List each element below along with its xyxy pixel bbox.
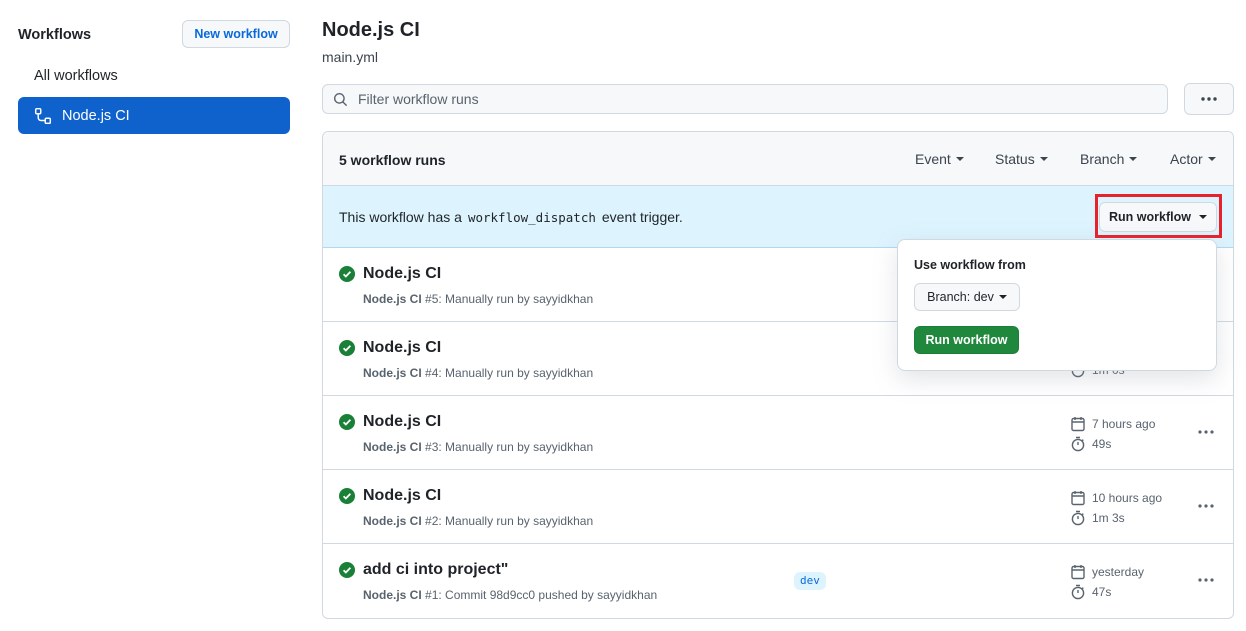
- caret-down-icon: [955, 157, 964, 161]
- run-time: 7 hours ago: [1070, 416, 1155, 432]
- kebab-horizontal-icon: [1197, 577, 1215, 583]
- run-title[interactable]: Node.js CI: [363, 413, 441, 431]
- check-circle-icon: [339, 488, 355, 504]
- run-meta: Node.js CI #4: Manually run by sayyidkha…: [363, 366, 594, 380]
- calendar-icon: [1070, 564, 1092, 580]
- calendar-icon: [1070, 416, 1092, 432]
- run-options-button[interactable]: [1191, 568, 1221, 592]
- check-circle-icon: [339, 340, 355, 356]
- dispatch-code: workflow_dispatch: [467, 210, 596, 225]
- new-workflow-button[interactable]: New workflow: [182, 20, 290, 48]
- run-duration: 47s: [1070, 584, 1111, 600]
- run-title[interactable]: add ci into project": [363, 561, 508, 579]
- calendar-icon: [1070, 490, 1092, 506]
- filter-actor[interactable]: Actor: [1170, 151, 1216, 167]
- kebab-horizontal-icon: [1200, 96, 1218, 102]
- caret-down-icon: [1129, 157, 1138, 161]
- filter-event[interactable]: Event: [915, 151, 964, 167]
- kebab-horizontal-icon: [1197, 503, 1215, 509]
- sidebar-title: Workflows: [18, 27, 92, 43]
- run-row[interactable]: Node.js CI Node.js CI #3: Manually run b…: [323, 396, 1233, 470]
- workflow-icon: [34, 107, 52, 125]
- run-meta: Node.js CI #1: Commit 98d9cc0 pushed by …: [363, 588, 658, 602]
- filter-branch[interactable]: Branch: [1080, 151, 1138, 167]
- run-row[interactable]: Node.js CI Node.js CI #2: Manually run b…: [323, 470, 1233, 544]
- search-icon: [333, 92, 348, 107]
- caret-down-icon: [1039, 157, 1048, 161]
- check-circle-icon: [339, 414, 355, 430]
- run-time: 10 hours ago: [1070, 490, 1162, 506]
- sidebar-item-label: All workflows: [34, 67, 118, 84]
- runs-count: 5 workflow runs: [339, 152, 446, 168]
- check-circle-icon: [339, 266, 355, 282]
- check-circle-icon: [339, 562, 355, 578]
- filter-runs-field[interactable]: [322, 84, 1168, 114]
- page-title: Node.js CI: [322, 19, 420, 41]
- run-title[interactable]: Node.js CI: [363, 265, 441, 283]
- run-workflow-submit-button[interactable]: Run workflow: [914, 326, 1019, 354]
- more-options-button[interactable]: [1184, 83, 1234, 115]
- caret-down-icon: [1207, 157, 1216, 161]
- filter-status[interactable]: Status: [995, 151, 1048, 167]
- caret-down-icon: [998, 295, 1007, 299]
- kebab-horizontal-icon: [1197, 429, 1215, 435]
- sidebar-item-nodejs-ci[interactable]: Node.js CI: [18, 97, 290, 134]
- highlight-box: [1095, 194, 1222, 238]
- branch-select-button[interactable]: Branch: dev: [914, 283, 1020, 311]
- workflow-file-link[interactable]: main.yml: [322, 49, 378, 65]
- run-meta: Node.js CI #2: Manually run by sayyidkha…: [363, 514, 594, 528]
- runs-header: 5 workflow runs Event Status Branch Acto…: [323, 132, 1233, 186]
- run-workflow-dropdown: Use workflow from Branch: dev Run workfl…: [897, 239, 1217, 371]
- run-options-button[interactable]: [1191, 494, 1221, 518]
- run-duration: 49s: [1070, 436, 1111, 452]
- run-title[interactable]: Node.js CI: [363, 339, 441, 357]
- stopwatch-icon: [1070, 584, 1092, 600]
- run-duration: 1m 3s: [1070, 510, 1125, 526]
- branch-tag[interactable]: dev: [794, 572, 826, 590]
- run-row[interactable]: add ci into project" Node.js CI #1: Comm…: [323, 544, 1233, 618]
- run-title[interactable]: Node.js CI: [363, 487, 441, 505]
- run-meta: Node.js CI #5: Manually run by sayyidkha…: [363, 292, 594, 306]
- filter-runs-input[interactable]: [356, 90, 1136, 108]
- dispatch-message: This workflow has a workflow_dispatch ev…: [339, 209, 683, 225]
- run-meta: Node.js CI #3: Manually run by sayyidkha…: [363, 440, 594, 454]
- run-time: yesterday: [1070, 564, 1144, 580]
- run-options-button[interactable]: [1191, 420, 1221, 444]
- dropdown-label: Use workflow from: [914, 258, 1026, 272]
- sidebar-item-label: Node.js CI: [62, 107, 130, 124]
- sidebar-item-all-workflows[interactable]: All workflows: [18, 57, 290, 94]
- stopwatch-icon: [1070, 510, 1092, 526]
- stopwatch-icon: [1070, 436, 1092, 452]
